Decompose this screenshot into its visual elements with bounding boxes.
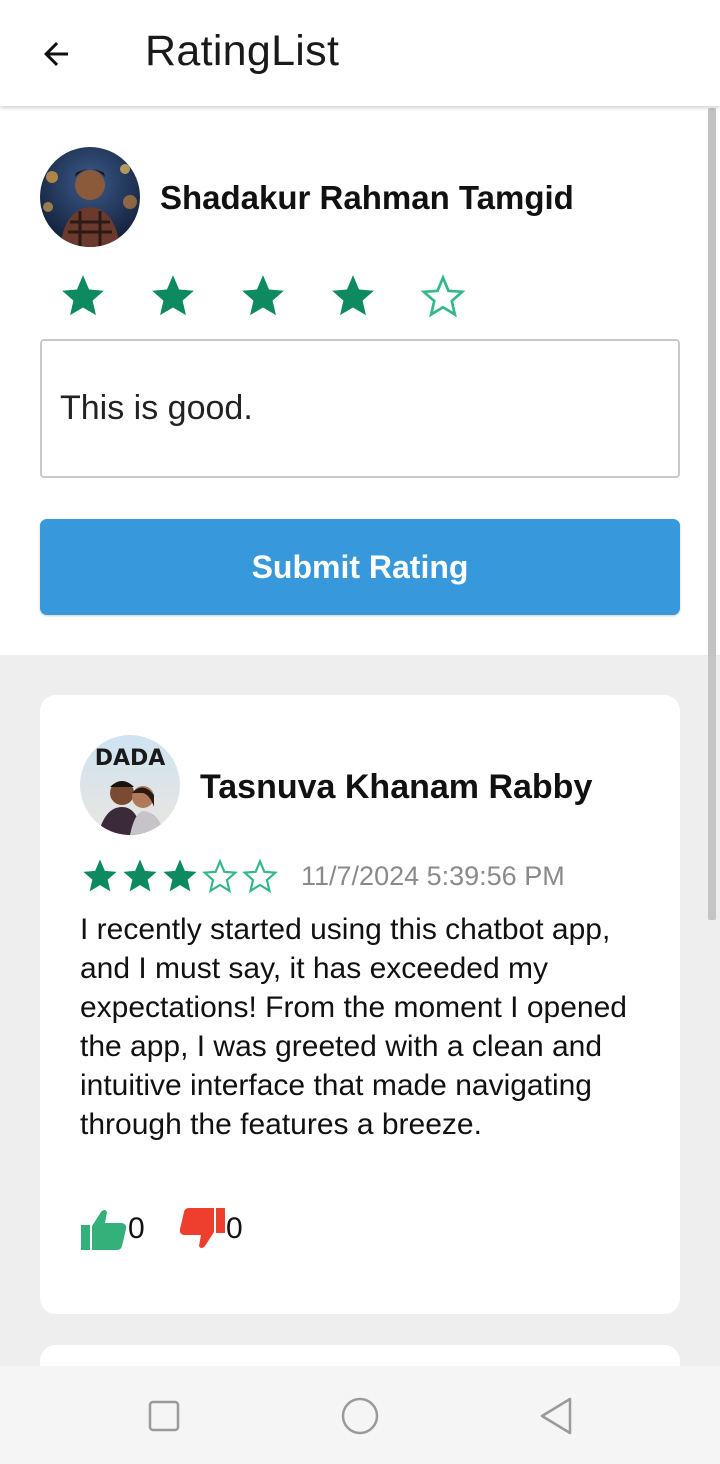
rating-composer: Shadakur Rahman Tamgid Submit Rating bbox=[0, 106, 720, 655]
star-filled-icon bbox=[123, 859, 157, 892]
nav-back-button[interactable] bbox=[534, 1394, 578, 1438]
avatar: DADA bbox=[80, 735, 180, 835]
like-button[interactable]: 0 bbox=[80, 1205, 145, 1253]
thumbs-up-icon bbox=[81, 1210, 127, 1250]
app-bar: RatingList bbox=[0, 0, 720, 106]
user-name: Shadakur Rahman Tamgid bbox=[160, 179, 574, 216]
review-date: 11/7/2024 5:39:56 PM bbox=[301, 861, 565, 891]
star-outline-icon bbox=[420, 274, 466, 318]
star-filled-icon bbox=[163, 859, 197, 892]
star-outline bbox=[200, 855, 240, 897]
comment-input[interactable] bbox=[40, 339, 680, 478]
submit-rating-button[interactable]: Submit Rating bbox=[40, 519, 680, 615]
star-4-button[interactable] bbox=[328, 266, 418, 326]
review-star-rating bbox=[80, 855, 280, 897]
back-button[interactable] bbox=[28, 26, 84, 82]
page-title: RatingList bbox=[145, 27, 340, 75]
dislike-button[interactable]: 0 bbox=[178, 1205, 243, 1253]
star-filled bbox=[160, 855, 200, 897]
like-count: 0 bbox=[128, 1212, 145, 1245]
recents-button[interactable] bbox=[142, 1394, 186, 1438]
star-5-button[interactable] bbox=[418, 266, 508, 326]
star-2-button[interactable] bbox=[148, 266, 238, 326]
star-filled-icon bbox=[332, 275, 374, 316]
star-3-button[interactable] bbox=[238, 266, 328, 326]
home-button[interactable] bbox=[338, 1394, 382, 1438]
dislike-count: 0 bbox=[226, 1212, 243, 1245]
star-filled-icon bbox=[83, 859, 117, 892]
star-filled-icon bbox=[62, 275, 104, 316]
star-outline bbox=[240, 855, 280, 897]
review-text: I recently started using this chatbot ap… bbox=[80, 913, 627, 1141]
triangle-back-icon bbox=[540, 1397, 572, 1435]
star-outline-icon bbox=[242, 858, 278, 894]
system-nav-bar bbox=[0, 1366, 720, 1464]
star-outline-icon bbox=[202, 858, 238, 894]
star-filled-icon bbox=[242, 275, 284, 316]
star-filled-icon bbox=[152, 275, 194, 316]
reviewer-name: Tasnuva Khanam Rabby bbox=[200, 768, 593, 806]
square-icon bbox=[148, 1400, 180, 1432]
scrollbar[interactable] bbox=[708, 108, 716, 920]
avatar-logo-text: DADA bbox=[95, 746, 166, 771]
star-filled bbox=[80, 855, 120, 897]
thumbs-down-icon bbox=[179, 1208, 225, 1248]
star-1-button[interactable] bbox=[58, 266, 148, 326]
star-rating-input[interactable] bbox=[58, 266, 508, 326]
review-card: DADA Tasnuva Khanam Rabby 11/7/2024 5:39… bbox=[40, 695, 680, 1314]
avatar bbox=[40, 147, 140, 247]
arrow-left-icon bbox=[44, 42, 68, 66]
star-filled bbox=[120, 855, 160, 897]
circle-icon bbox=[341, 1397, 379, 1435]
